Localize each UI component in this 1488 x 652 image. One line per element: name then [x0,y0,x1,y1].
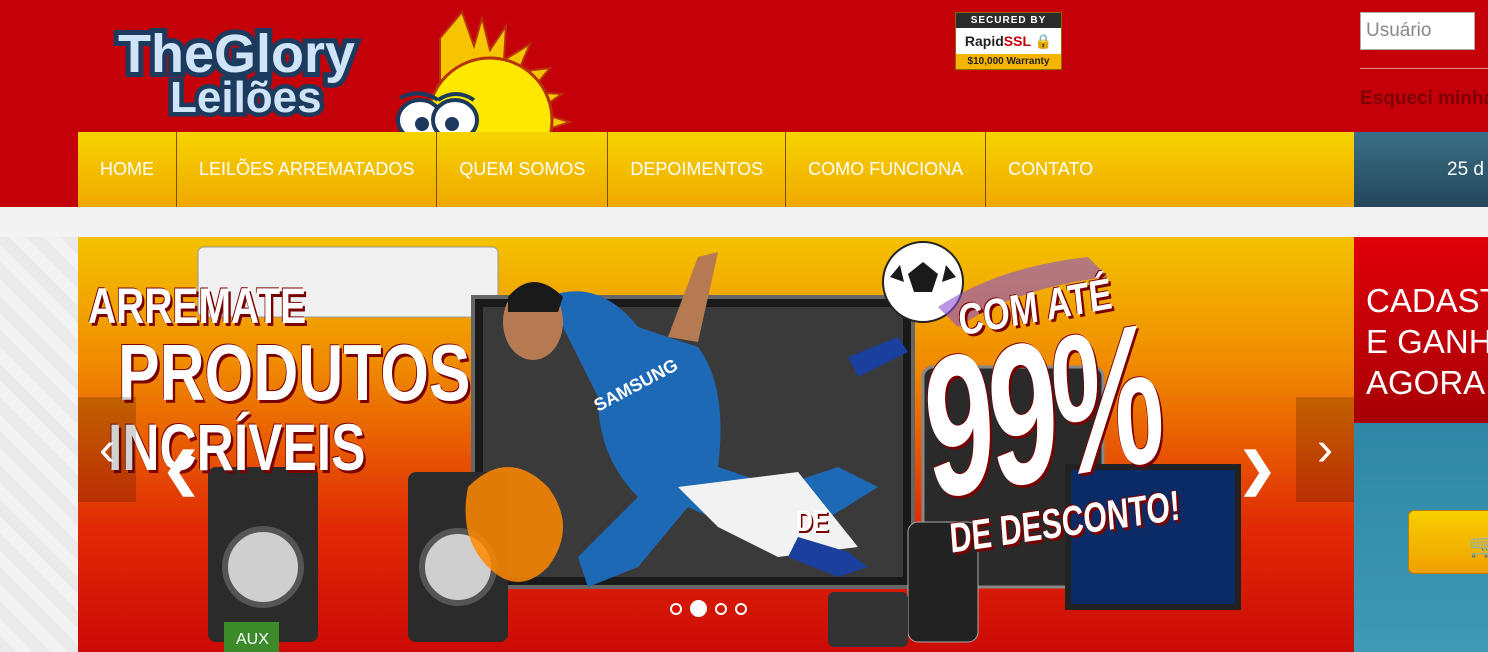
site-logo[interactable]: TheGlory Leilões [110,8,580,132]
logo-text-line2: Leilões [170,73,322,122]
ssl-badge-brand: Rapid [964,33,1004,49]
carousel-indicators [670,600,747,617]
date-bar: 25 d [1354,132,1488,207]
forgot-password-link[interactable]: Esqueci minha senha [1360,88,1488,110]
login-divider [1360,68,1488,69]
banner-promo-de: DE [796,505,829,538]
banner-heading-line2: PRODUTOS [118,328,471,417]
carousel-dot-1[interactable] [670,602,682,615]
carousel-dot-4[interactable] [735,602,747,615]
nav-depoimentos[interactable]: DEPOIMENTOS [608,132,787,207]
carousel-dot-3[interactable] [715,602,727,615]
signup-promo-panel[interactable]: CADASTRE-SE E GANHE AGORA [1354,237,1488,423]
nav-leiloes-arrematados[interactable]: LEILÕES ARREMATADOS [177,132,438,207]
ssl-badge-line1: SECURED BY [956,13,1061,28]
ssl-badge-line2: RapidSSL 🔒 [956,28,1061,54]
ssl-badge-warranty: $10,000 Warranty [956,54,1061,69]
chevron-left-icon[interactable]: ❮ [162,442,201,496]
chevron-right-icon[interactable]: ❯ [1238,442,1277,496]
carousel-dot-2[interactable] [690,600,707,617]
signup-promo-line1: CADASTRE-SE [1366,282,1488,319]
lock-icon: 🔒 [1034,33,1053,49]
banner-heading-line3: INCRÍVEIS [108,410,366,484]
nav-quem-somos[interactable]: QUEM SOMOS [437,132,609,207]
signup-promo-line2: E GANHE [1366,323,1488,360]
tablet-image [828,592,908,647]
signup-promo-line3: AGORA [1366,364,1486,401]
date-text: 25 d [1447,159,1484,180]
ssl-badge-ssl: SSL [1003,33,1031,49]
hero-banner[interactable]: AUX SAMSUNG ARREMATE PRODUTOS INCRÍVEIS … [78,237,1354,652]
ssl-badge[interactable]: SECURED BY RapidSSL 🔒 $10,000 Warranty [955,12,1062,70]
carousel-next-button[interactable]: › [1296,397,1354,502]
nav-contato[interactable]: CONTATO [986,132,1115,207]
cart-icon: 🛒 [1469,533,1488,558]
aux-label: AUX [236,631,269,648]
page-background-strip [0,207,1488,237]
nav-home[interactable]: HOME [78,132,177,207]
nav-como-funciona[interactable]: COMO FUNCIONA [786,132,987,207]
username-input[interactable] [1360,12,1475,50]
cart-button[interactable]: 🛒 [1408,510,1488,574]
carousel-prev-button[interactable]: ‹ [78,397,136,502]
main-nav: HOME LEILÕES ARREMATADOS QUEM SOMOS DEPO… [78,132,1354,207]
